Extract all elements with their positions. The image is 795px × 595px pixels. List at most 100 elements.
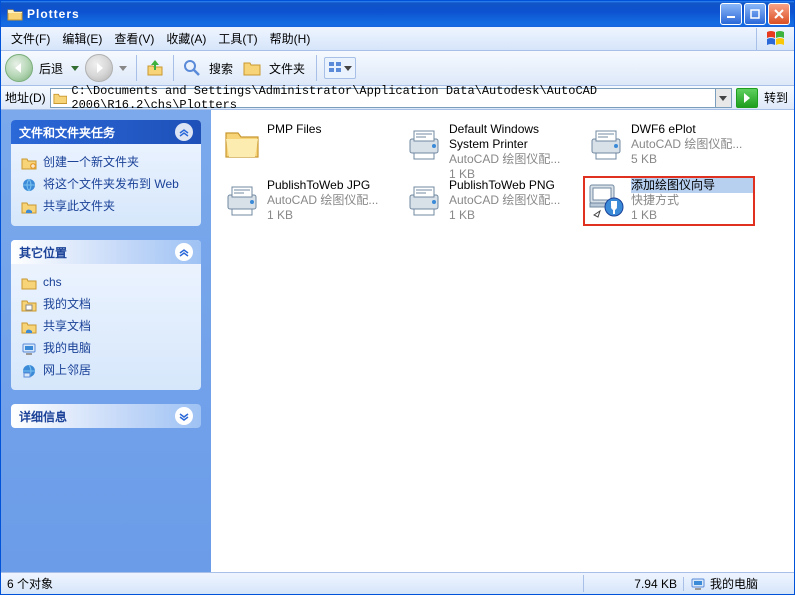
address-dropdown[interactable] bbox=[716, 88, 732, 108]
globe-icon bbox=[21, 177, 37, 193]
panel-title: 其它位置 bbox=[19, 244, 67, 261]
file-item[interactable]: PublishToWeb PNGAutoCAD 绘图仪配...1 KB bbox=[401, 176, 573, 226]
panel-title: 文件和文件夹任务 bbox=[19, 124, 115, 141]
plotter-icon bbox=[221, 178, 263, 220]
place-label: 我的文档 bbox=[43, 297, 91, 313]
back-label[interactable]: 后退 bbox=[39, 60, 63, 77]
place-network[interactable]: 网上邻居 bbox=[21, 360, 191, 382]
place-label: chs bbox=[43, 275, 62, 291]
menu-file[interactable]: 文件(F) bbox=[5, 28, 56, 49]
window-title: Plotters bbox=[27, 7, 80, 21]
windows-logo-icon bbox=[756, 28, 794, 50]
share-icon bbox=[21, 199, 37, 215]
address-path: C:\Documents and Settings\Administrator\… bbox=[71, 84, 713, 112]
place-my-documents[interactable]: 我的文档 bbox=[21, 294, 191, 316]
plotter-icon bbox=[585, 122, 627, 164]
file-name: 添加绘图仪向导 bbox=[631, 178, 753, 193]
file-item[interactable]: DWF6 ePlotAutoCAD 绘图仪配...5 KB bbox=[583, 120, 755, 170]
go-button[interactable] bbox=[736, 88, 758, 108]
views-button[interactable] bbox=[324, 57, 356, 79]
task-label: 将这个文件夹发布到 Web bbox=[43, 177, 179, 193]
minimize-button[interactable] bbox=[720, 3, 742, 25]
file-item[interactable]: Default Windows System PrinterAutoCAD 绘图… bbox=[401, 120, 573, 170]
chevron-up-icon bbox=[175, 123, 193, 141]
task-share-folder[interactable]: 共享此文件夹 bbox=[21, 196, 191, 218]
file-size: 5 KB bbox=[631, 152, 753, 167]
maximize-button[interactable] bbox=[744, 3, 766, 25]
folder-icon bbox=[21, 275, 37, 291]
file-size: 1 KB bbox=[631, 208, 753, 223]
plotter-icon bbox=[403, 178, 445, 220]
file-size: 1 KB bbox=[449, 208, 571, 223]
go-label[interactable]: 转到 bbox=[764, 89, 788, 106]
chevron-up-icon bbox=[175, 243, 193, 261]
place-shared-documents[interactable]: 共享文档 bbox=[21, 316, 191, 338]
menubar: 文件(F) 编辑(E) 查看(V) 收藏(A) 工具(T) 帮助(H) bbox=[1, 27, 794, 51]
place-label: 我的电脑 bbox=[43, 341, 91, 357]
up-button[interactable] bbox=[144, 57, 166, 79]
file-item[interactable]: PMP Files bbox=[219, 120, 391, 170]
menu-view[interactable]: 查看(V) bbox=[108, 28, 160, 49]
tasks-panel: 文件和文件夹任务 创建一个新文件夹 将这个文件夹发布到 Web 共享此文件夹 bbox=[11, 120, 201, 226]
file-name: Default Windows System Printer bbox=[449, 122, 571, 152]
address-bar: 地址(D) C:\Documents and Settings\Administ… bbox=[1, 86, 794, 110]
folder-icon bbox=[221, 122, 263, 164]
plotter-icon bbox=[403, 122, 445, 164]
task-label: 创建一个新文件夹 bbox=[43, 155, 139, 171]
file-name: PublishToWeb PNG bbox=[449, 178, 571, 193]
places-panel: 其它位置 chs 我的文档 共享文档 bbox=[11, 240, 201, 390]
details-panel-header[interactable]: 详细信息 bbox=[11, 404, 201, 428]
explorer-window: Plotters 文件(F) 编辑(E) 查看(V) 收藏(A) 工具(T) 帮… bbox=[0, 0, 795, 595]
menu-tools[interactable]: 工具(T) bbox=[212, 28, 263, 49]
file-meta: AutoCAD 绘图仪配... bbox=[267, 193, 389, 208]
menu-favorites[interactable]: 收藏(A) bbox=[160, 28, 212, 49]
status-location: 我的电脑 bbox=[684, 575, 794, 592]
file-item[interactable]: 添加绘图仪向导快捷方式1 KB bbox=[583, 176, 755, 226]
back-dropdown[interactable] bbox=[69, 58, 81, 78]
folder-icon bbox=[53, 90, 68, 106]
folder-icon bbox=[7, 6, 23, 22]
task-publish-web[interactable]: 将这个文件夹发布到 Web bbox=[21, 174, 191, 196]
sidebar: 文件和文件夹任务 创建一个新文件夹 将这个文件夹发布到 Web 共享此文件夹 bbox=[1, 110, 211, 572]
explorer-body: 文件和文件夹任务 创建一个新文件夹 将这个文件夹发布到 Web 共享此文件夹 bbox=[1, 110, 794, 572]
tasks-panel-header[interactable]: 文件和文件夹任务 bbox=[11, 120, 201, 144]
wizard-icon bbox=[585, 178, 627, 220]
file-item[interactable]: PublishToWeb JPGAutoCAD 绘图仪配...1 KB bbox=[219, 176, 391, 226]
close-button[interactable] bbox=[768, 3, 790, 25]
details-panel: 详细信息 bbox=[11, 404, 201, 428]
status-size: 7.94 KB bbox=[584, 577, 684, 591]
file-list[interactable]: PMP FilesDefault Windows System PrinterA… bbox=[211, 110, 794, 572]
computer-icon bbox=[21, 341, 37, 357]
file-meta: 快捷方式 bbox=[631, 193, 753, 208]
file-meta: AutoCAD 绘图仪配... bbox=[449, 152, 571, 167]
toolbar: 后退 搜索 文件夹 bbox=[1, 51, 794, 86]
search-label[interactable]: 搜索 bbox=[209, 60, 233, 77]
status-objects: 6 个对象 bbox=[1, 575, 584, 592]
task-new-folder[interactable]: 创建一个新文件夹 bbox=[21, 152, 191, 174]
new-folder-icon bbox=[21, 155, 37, 171]
address-label: 地址(D) bbox=[5, 89, 46, 106]
place-my-computer[interactable]: 我的电脑 bbox=[21, 338, 191, 360]
file-meta: AutoCAD 绘图仪配... bbox=[449, 193, 571, 208]
folders-icon[interactable] bbox=[241, 57, 263, 79]
network-icon bbox=[21, 363, 37, 379]
place-chs[interactable]: chs bbox=[21, 272, 191, 294]
address-input[interactable]: C:\Documents and Settings\Administrator\… bbox=[50, 88, 716, 108]
file-name: PublishToWeb JPG bbox=[267, 178, 389, 193]
place-label: 共享文档 bbox=[43, 319, 91, 335]
search-icon[interactable] bbox=[181, 57, 203, 79]
titlebar: Plotters bbox=[1, 1, 794, 27]
chevron-down-icon bbox=[175, 407, 193, 425]
documents-icon bbox=[21, 297, 37, 313]
menu-help[interactable]: 帮助(H) bbox=[264, 28, 317, 49]
statusbar: 6 个对象 7.94 KB 我的电脑 bbox=[1, 572, 794, 594]
folders-label[interactable]: 文件夹 bbox=[269, 60, 305, 77]
forward-dropdown[interactable] bbox=[117, 58, 129, 78]
panel-title: 详细信息 bbox=[19, 408, 67, 425]
forward-button[interactable] bbox=[85, 54, 113, 82]
back-button[interactable] bbox=[5, 54, 33, 82]
computer-icon bbox=[690, 576, 706, 592]
menu-edit[interactable]: 编辑(E) bbox=[56, 28, 108, 49]
task-label: 共享此文件夹 bbox=[43, 199, 115, 215]
places-panel-header[interactable]: 其它位置 bbox=[11, 240, 201, 264]
